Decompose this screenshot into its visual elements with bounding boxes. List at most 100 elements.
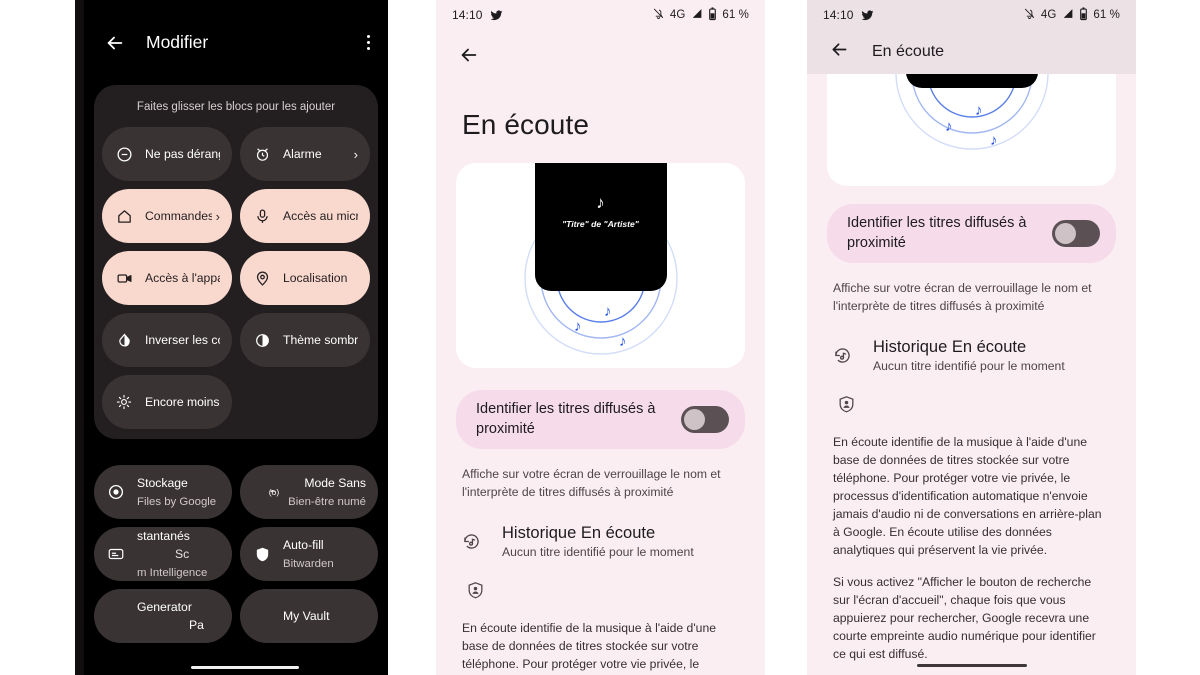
- tile-my-vault[interactable]: My Vault: [240, 589, 378, 643]
- navigation-gesture-bar[interactable]: [93, 659, 388, 675]
- tile-subtitle: Files by Google: [137, 496, 217, 508]
- tile-camera-access[interactable]: Accès à l'appar: [102, 251, 232, 305]
- tile-alarm[interactable]: Alarme ›: [240, 127, 370, 181]
- phone-bezel: [75, 0, 84, 675]
- privacy-paragraph-1: En écoute identifie de la musique à l'ai…: [833, 434, 1102, 557]
- alarm-clock-icon: [252, 144, 272, 164]
- track-caption: "Titre" de "Artiste": [562, 219, 639, 229]
- status-bar: 14:10 4G 61 %: [807, 0, 1136, 30]
- microphone-icon: [252, 206, 272, 226]
- generator-icon: [106, 606, 126, 626]
- tile-label: Ne pas déranger: [145, 147, 220, 161]
- app-bar-title: En écoute: [872, 43, 945, 60]
- music-note-icon: ♪: [619, 333, 627, 350]
- twitter-bird-icon: [861, 9, 874, 22]
- signal-bars-icon: [690, 7, 703, 23]
- toggle-label: Identifier les titres diffusés à proximi…: [476, 401, 656, 437]
- more-vertical-icon[interactable]: [367, 35, 370, 50]
- tile-extra-dim[interactable]: Encore moins: [102, 375, 232, 429]
- phone-device-graphic: [905, 74, 1038, 88]
- phone1-appbar: Modifier: [84, 0, 388, 85]
- privacy-paragraph-1: En écoute identifie de la musique à l'ai…: [462, 620, 717, 675]
- now-playing-history-row[interactable]: Historique En écoute Aucun titre identif…: [829, 338, 1114, 373]
- tile-autofill[interactable]: Auto-fill Bitwarden: [240, 527, 378, 581]
- identify-songs-switch[interactable]: [1052, 220, 1100, 248]
- vault-icon: [252, 606, 272, 626]
- notifications-off-icon: [652, 7, 665, 23]
- tile-trailing-text: Sc: [175, 547, 190, 561]
- camera-icon: [114, 268, 134, 288]
- shield-icon: [252, 544, 272, 564]
- signal-bars-icon: [1061, 7, 1074, 23]
- tile-device-controls[interactable]: Commandes d ›: [102, 189, 232, 243]
- network-type-label: 4G: [1040, 9, 1057, 21]
- battery-percentage: 61 %: [722, 9, 749, 21]
- screenshot-stage: Modifier Faites glisser les blocs pour l…: [0, 0, 1200, 675]
- status-indicators: 4G 61 %: [1023, 6, 1120, 24]
- tile-title: Auto-fill: [283, 538, 324, 552]
- bedtime-icon: (o): [268, 482, 288, 502]
- phone1-body: Modifier Faites glisser les blocs pour l…: [84, 0, 388, 675]
- tile-generator[interactable]: Generator Pa: [94, 589, 232, 643]
- privacy-shield-icon: [466, 581, 765, 605]
- back-arrow-icon[interactable]: [102, 30, 128, 56]
- app-tile-group: Stockage Files by Google (o) Mode Sans B…: [94, 465, 378, 643]
- tile-subtitle: m Intelligence: [137, 567, 208, 579]
- tile-label: Thème sombre: [283, 333, 358, 347]
- twitter-bird-icon: [490, 9, 503, 22]
- tile-label: Inverser les cou: [145, 333, 220, 347]
- app-tile-grid: Stockage Files by Google (o) Mode Sans B…: [94, 465, 378, 643]
- back-arrow-icon[interactable]: [829, 39, 850, 65]
- identify-songs-switch[interactable]: [681, 406, 729, 434]
- history-title: Historique En écoute: [873, 337, 1027, 356]
- status-time: 14:10: [823, 8, 854, 22]
- music-note-icon: ♪: [574, 318, 582, 335]
- tile-screenshots[interactable]: stantanés Sc m Intelligence: [94, 527, 232, 581]
- history-music-icon: [829, 345, 855, 366]
- invert-colors-icon: [114, 330, 134, 350]
- tile-label: Accès au micro: [283, 209, 358, 223]
- phone-screen-now-playing: 14:10 4G 61 % En écoute ♪ "Titre" de "Ar…: [436, 0, 765, 675]
- phone3-body: 14:10 4G 61 % En écoute ♪ ♪ ♪ Identifier…: [807, 0, 1136, 675]
- tile-invert-colors[interactable]: Inverser les cou: [102, 313, 232, 367]
- tile-label: Commandes d: [145, 209, 212, 223]
- history-subtitle: Aucun titre identifié pour le moment: [502, 544, 694, 559]
- tile-mic-access[interactable]: Accès au micro: [240, 189, 370, 243]
- phone-device-graphic: ♪ "Titre" de "Artiste": [534, 163, 667, 291]
- identify-songs-toggle-row[interactable]: Identifier les titres diffusés à proximi…: [827, 204, 1116, 264]
- tile-label: Accès à l'appar: [145, 271, 220, 285]
- now-playing-illustration: ♪ ♪ ♪: [827, 74, 1116, 186]
- tile-dark-theme[interactable]: Thème sombre: [240, 313, 370, 367]
- chevron-right-icon[interactable]: ›: [350, 147, 358, 162]
- drag-hint-text: Faites glisser les blocs pour les ajoute…: [136, 101, 336, 113]
- battery-icon: [1079, 6, 1088, 24]
- navigation-gesture-bar[interactable]: [807, 663, 1136, 667]
- dark-theme-icon: [252, 330, 272, 350]
- tile-location[interactable]: Localisation: [240, 251, 370, 305]
- tile-label: Localisation: [283, 271, 348, 285]
- history-music-icon: [458, 531, 484, 552]
- tile-title: Stockage: [137, 476, 188, 490]
- history-subtitle: Aucun titre identifié pour le moment: [873, 358, 1065, 373]
- phone-screen-quick-settings-edit: Modifier Faites glisser les blocs pour l…: [75, 0, 388, 675]
- status-bar: 14:10 4G 61 %: [436, 0, 765, 30]
- now-playing-history-row[interactable]: Historique En écoute Aucun titre identif…: [458, 524, 743, 559]
- notifications-off-icon: [1023, 7, 1036, 23]
- tile-label: Encore moins: [145, 395, 220, 409]
- location-pin-icon: [252, 268, 272, 288]
- back-arrow-icon[interactable]: [436, 30, 765, 71]
- chevron-right-icon[interactable]: ›: [212, 209, 220, 224]
- tile-label: Alarme: [283, 147, 322, 161]
- tile-do-not-disturb[interactable]: Ne pas déranger: [102, 127, 232, 181]
- history-title: Historique En écoute: [502, 523, 656, 542]
- tile-bedtime-mode[interactable]: (o) Mode Sans Bien-être numé: [240, 465, 378, 519]
- tile-title: stantanés: [137, 529, 190, 543]
- quick-settings-panel: Faites glisser les blocs pour les ajoute…: [94, 85, 378, 439]
- music-note-icon: ♪: [945, 118, 953, 135]
- tile-storage[interactable]: Stockage Files by Google: [94, 465, 232, 519]
- extra-dim-icon: [114, 392, 134, 412]
- music-note-icon: ♪: [596, 193, 605, 212]
- do-not-disturb-icon: [114, 144, 134, 164]
- identify-songs-toggle-row[interactable]: Identifier les titres diffusés à proximi…: [456, 390, 745, 450]
- phone-screen-now-playing-scrolled: 14:10 4G 61 % En écoute ♪ ♪ ♪ Identifier…: [807, 0, 1136, 675]
